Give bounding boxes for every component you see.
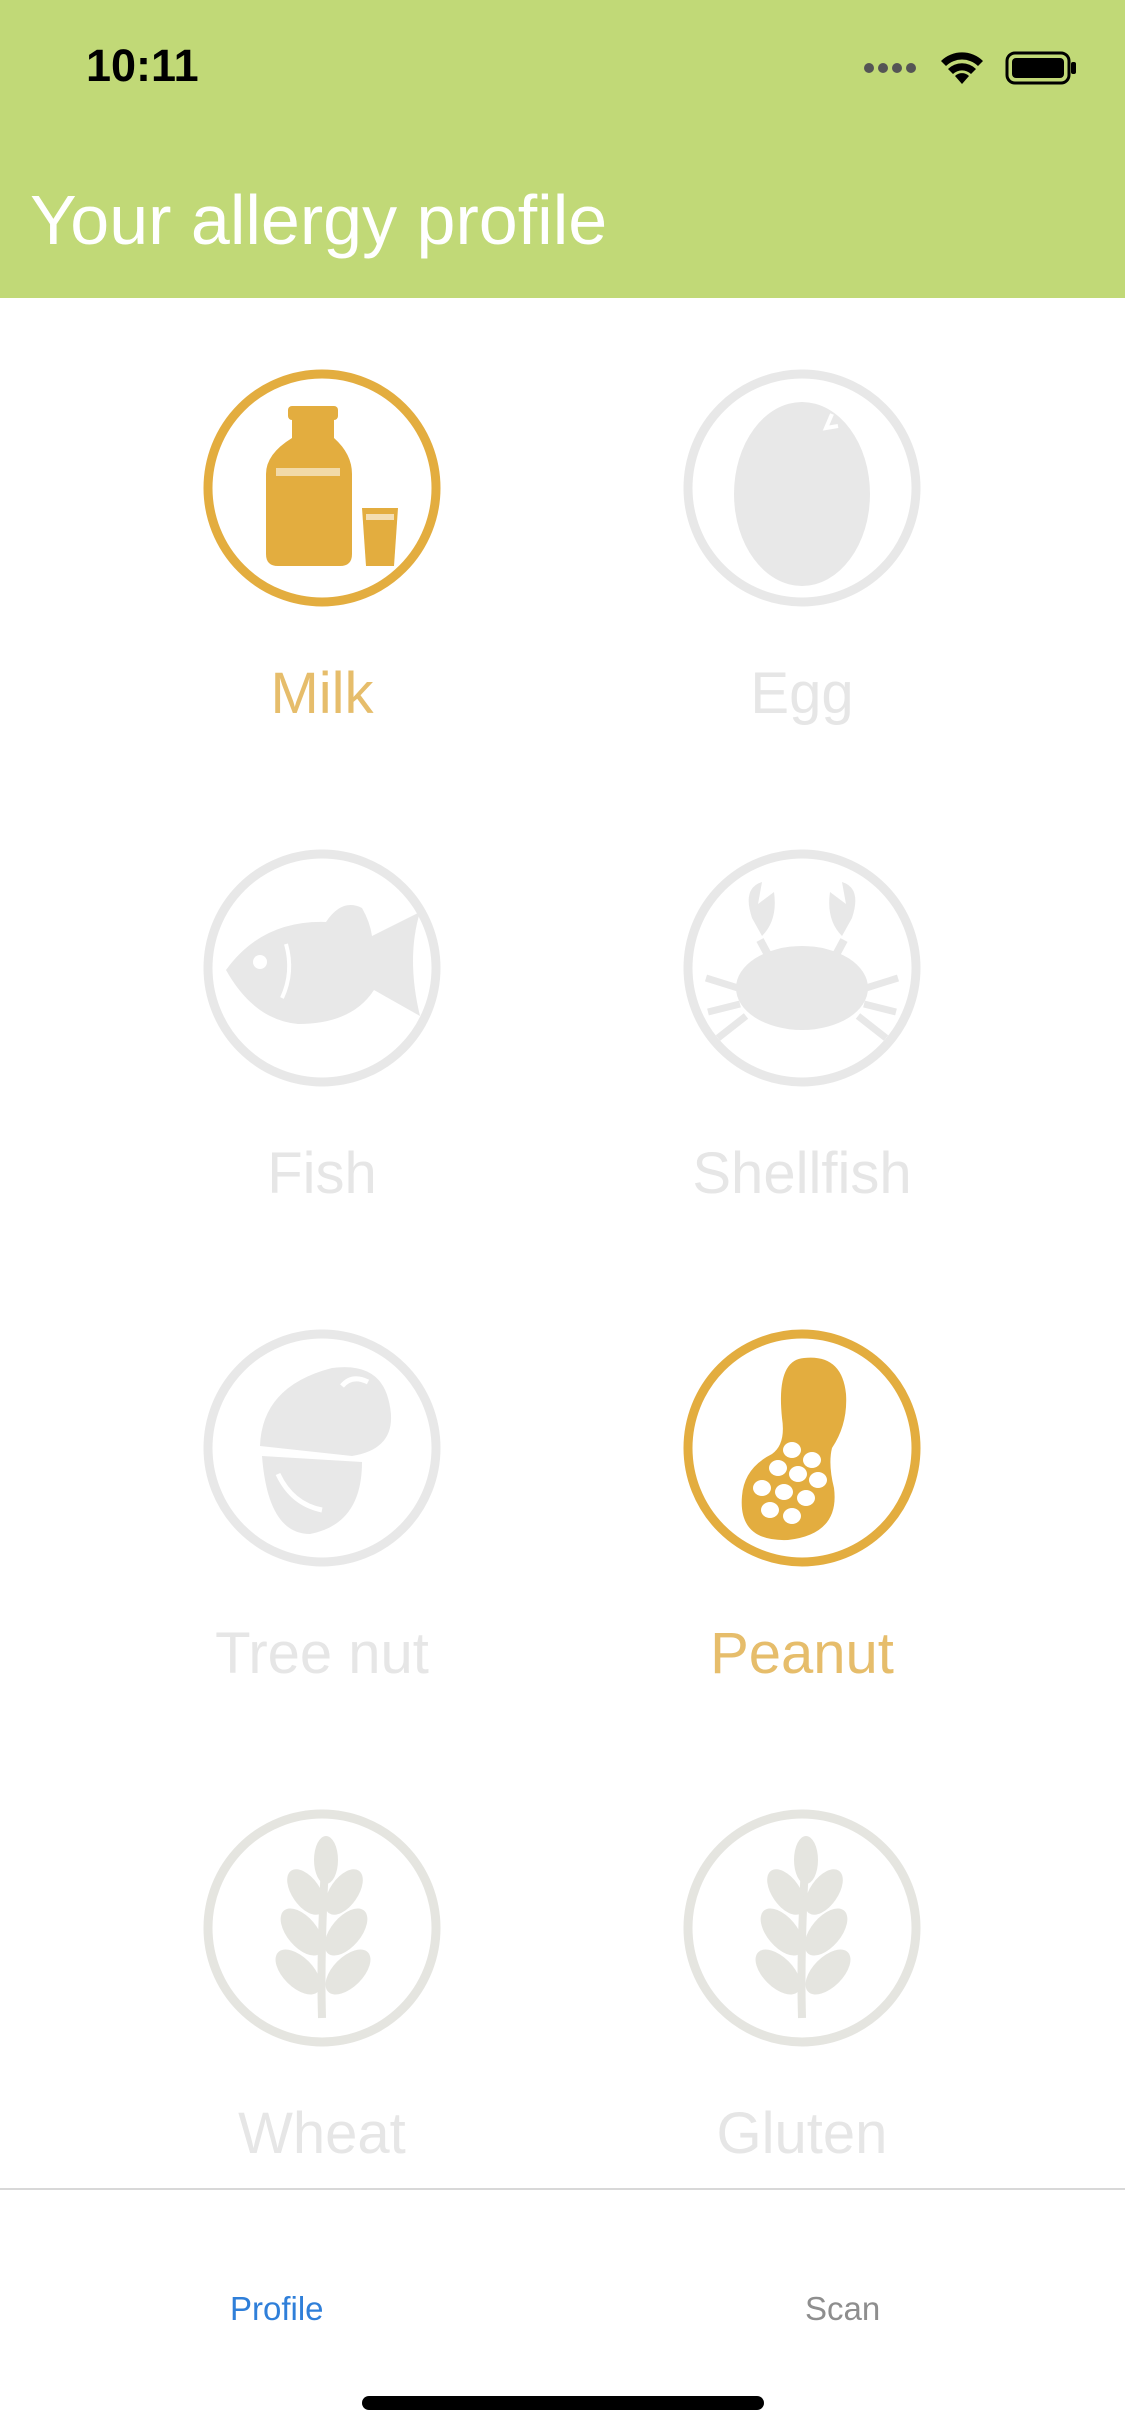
tab-scan[interactable]: Scan <box>805 2290 880 2328</box>
allergen-tile-gluten[interactable]: Gluten <box>602 1738 1002 2166</box>
header: 10:11 Your allergy profile <box>0 0 1125 298</box>
allergen-label: Milk <box>270 661 374 726</box>
peanut-icon <box>682 1328 922 1568</box>
milk-bottle-icon <box>202 368 442 608</box>
allergen-grid: Milk Egg Fish Shellfish Tree nut Peanut … <box>0 298 1125 2188</box>
battery-icon <box>1005 51 1077 90</box>
page-title: Your allergy profile <box>30 181 608 259</box>
allergen-label: Egg <box>750 661 854 726</box>
allergen-label: Fish <box>267 1141 377 1206</box>
allergen-tile-shellfish[interactable]: Shellfish <box>602 778 1002 1206</box>
wheat-icon <box>682 1808 922 2048</box>
wifi-icon <box>939 50 985 91</box>
tab-profile[interactable]: Profile <box>230 2290 324 2328</box>
allergen-label: Wheat <box>238 2101 406 2166</box>
app-screen: 10:11 Your allergy profile Milk Egg Fish… <box>0 0 1125 2436</box>
allergen-tile-fish[interactable]: Fish <box>122 778 522 1206</box>
allergen-tile-peanut[interactable]: Peanut <box>602 1258 1002 1686</box>
acorn-icon <box>202 1328 442 1568</box>
crab-icon <box>682 848 922 1088</box>
signal-dots-icon <box>863 61 919 80</box>
fish-icon <box>202 848 442 1088</box>
allergen-tile-wheat[interactable]: Wheat <box>122 1738 522 2166</box>
allergen-tile-egg[interactable]: Egg <box>602 298 1002 726</box>
wheat-icon <box>202 1808 442 2048</box>
allergen-label: Gluten <box>716 2101 888 2166</box>
home-indicator <box>362 2396 764 2410</box>
status-time: 10:11 <box>86 40 199 91</box>
allergen-label: Shellfish <box>692 1141 912 1206</box>
allergen-tile-milk[interactable]: Milk <box>122 298 522 726</box>
egg-icon <box>682 368 922 608</box>
allergen-tile-tree-nut[interactable]: Tree nut <box>122 1258 522 1686</box>
allergen-label: Tree nut <box>215 1621 429 1686</box>
status-icons <box>863 50 1077 91</box>
allergen-label: Peanut <box>710 1621 894 1686</box>
